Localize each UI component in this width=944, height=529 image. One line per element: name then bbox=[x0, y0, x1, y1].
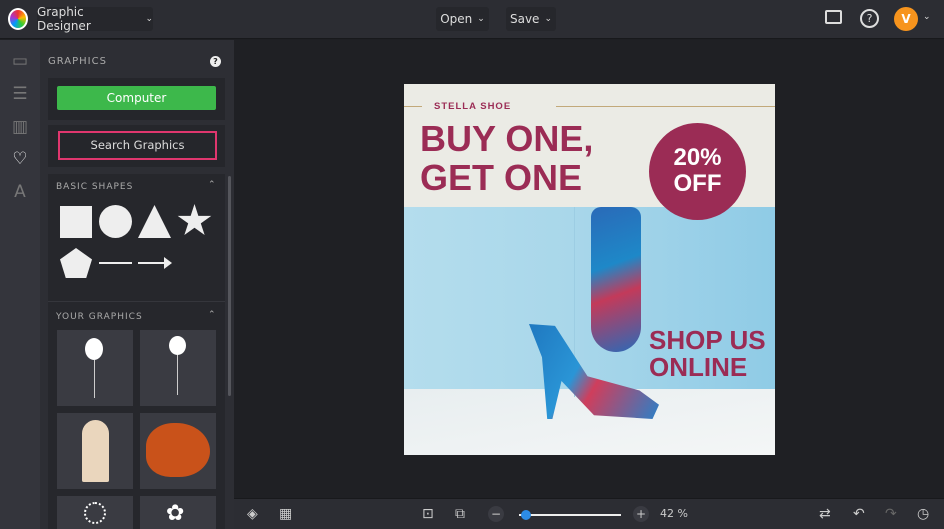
app-logo[interactable] bbox=[8, 8, 28, 30]
brand-name: STELLA SHOE bbox=[434, 101, 512, 112]
comment-icon[interactable] bbox=[825, 10, 842, 24]
badge-off: OFF bbox=[673, 170, 722, 197]
app-menu-label: Graphic Designer bbox=[37, 5, 91, 33]
design-poster[interactable]: STELLA SHOE BUY ONE, GET ONE 20% OFF SHO… bbox=[404, 84, 775, 455]
avatar[interactable]: V bbox=[894, 7, 918, 31]
search-section: Search Graphics bbox=[48, 125, 225, 167]
arrow-shape[interactable] bbox=[138, 262, 166, 264]
swap-icon[interactable]: ⇄ bbox=[819, 506, 831, 522]
help-icon[interactable]: ? bbox=[210, 56, 221, 67]
text-icon[interactable]: A bbox=[10, 183, 30, 201]
top-bar: Graphic Designer ⌄ Open ⌄ Save ⌄ ? V ⌄ bbox=[0, 0, 944, 39]
zoom-slider[interactable] bbox=[519, 510, 621, 520]
arrow-head bbox=[164, 257, 172, 269]
circle-shape[interactable] bbox=[99, 205, 132, 238]
graphic-flower-2[interactable]: ✿ bbox=[140, 496, 216, 529]
badge-percent: 20% bbox=[673, 144, 722, 171]
your-graphics-heading: YOUR GRAPHICS bbox=[56, 312, 143, 322]
fit-screen-icon[interactable]: ⊡ bbox=[422, 506, 434, 522]
discount-badge: 20% OFF bbox=[649, 123, 746, 220]
app-menu-button[interactable]: Graphic Designer ⌄ bbox=[37, 5, 153, 33]
cta-line1: SHOP US bbox=[649, 325, 766, 355]
rule-left bbox=[404, 106, 422, 107]
panel-scrollbar[interactable] bbox=[228, 176, 231, 396]
upload-section: Computer bbox=[48, 78, 225, 120]
open-label: Open bbox=[440, 12, 473, 26]
pentagon-shape[interactable] bbox=[60, 248, 92, 278]
heart-icon[interactable]: ♡ bbox=[10, 150, 30, 168]
adjust-icon[interactable]: ☰ bbox=[10, 85, 30, 103]
search-graphics-button[interactable]: Search Graphics bbox=[58, 131, 217, 160]
divider bbox=[48, 301, 225, 302]
panel-title: GRAPHICS bbox=[48, 56, 107, 67]
shapes-section: BASIC SHAPES ⌃ YOUR GRAPHICS ⌃ ✿ bbox=[48, 174, 225, 529]
frames-icon[interactable]: ▥ bbox=[10, 118, 30, 136]
rule-right bbox=[556, 106, 775, 107]
bottom-toolbar: ◈ ▦ ⊡ ⧉ − + 42 % ⇄ ↶ ↷ ◷ bbox=[234, 498, 944, 529]
zoom-in-icon[interactable]: + bbox=[633, 506, 649, 522]
cta-line2: ONLINE bbox=[649, 352, 748, 382]
line-shape[interactable] bbox=[99, 262, 132, 264]
zoom-level: 42 % bbox=[660, 507, 688, 520]
image-icon[interactable]: ▭ bbox=[10, 52, 30, 70]
graphic-orange-blob[interactable] bbox=[140, 413, 216, 489]
chevron-up-icon[interactable]: ⌃ bbox=[208, 180, 216, 190]
graphic-balloon-1[interactable] bbox=[57, 330, 133, 406]
chevron-down-icon: ⌄ bbox=[145, 14, 153, 24]
history-icon[interactable]: ◷ bbox=[917, 506, 929, 522]
chevron-down-icon: ⌄ bbox=[544, 14, 552, 24]
save-button[interactable]: Save ⌄ bbox=[506, 7, 556, 31]
shoe-hanging bbox=[591, 207, 641, 352]
expand-icon[interactable]: ⧉ bbox=[455, 506, 465, 522]
basic-shapes-heading: BASIC SHAPES bbox=[56, 182, 134, 192]
headline-line1: BUY ONE, bbox=[420, 118, 594, 159]
chevron-up-icon[interactable]: ⌃ bbox=[208, 310, 216, 320]
zoom-out-icon[interactable]: − bbox=[488, 506, 504, 522]
save-label: Save bbox=[509, 12, 540, 26]
graphic-balloon-2[interactable] bbox=[140, 330, 216, 406]
computer-button[interactable]: Computer bbox=[57, 86, 216, 110]
tool-rail: ▭ ☰ ▥ ♡ A bbox=[0, 40, 40, 529]
headline-line2: GET ONE bbox=[420, 157, 583, 198]
star-shape[interactable] bbox=[177, 204, 212, 235]
help-icon[interactable]: ? bbox=[860, 9, 879, 28]
graphic-beige-shape[interactable] bbox=[57, 413, 133, 489]
layout-icon[interactable]: ▦ bbox=[279, 506, 292, 522]
zoom-slider-handle[interactable] bbox=[521, 510, 531, 520]
square-shape[interactable] bbox=[60, 206, 92, 238]
redo-icon[interactable]: ↷ bbox=[885, 506, 897, 522]
chevron-down-icon[interactable]: ⌄ bbox=[923, 12, 931, 22]
undo-icon[interactable]: ↶ bbox=[853, 506, 865, 522]
open-button[interactable]: Open ⌄ bbox=[436, 7, 489, 31]
graphic-flower-1[interactable] bbox=[57, 496, 133, 529]
chevron-down-icon: ⌄ bbox=[477, 14, 485, 24]
triangle-shape[interactable] bbox=[138, 205, 171, 238]
layers-icon[interactable]: ◈ bbox=[247, 506, 258, 522]
graphics-panel: GRAPHICS ? Computer Search Graphics BASI… bbox=[40, 40, 234, 529]
